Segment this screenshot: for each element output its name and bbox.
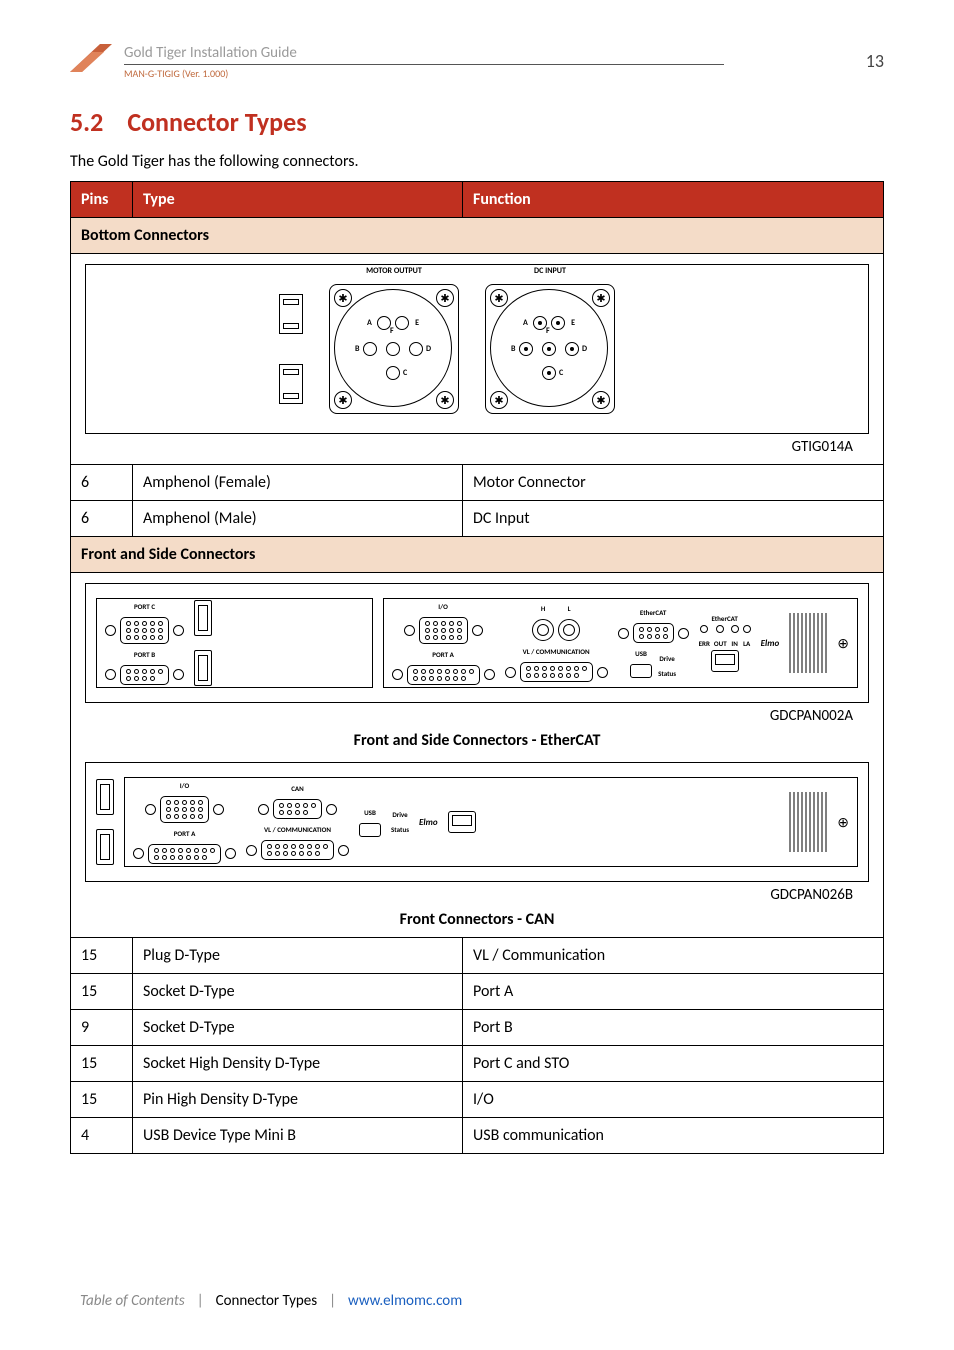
circular-conn-icon (532, 619, 554, 641)
jack-icon (194, 600, 212, 636)
table-row: 4USB Device Type Mini BUSB communication (71, 1118, 884, 1154)
elmo-logo-icon: Elmo (419, 817, 438, 828)
table-row: 6 Amphenol (Female) Motor Connector (71, 465, 884, 501)
dc-input-label: DC INPUT (485, 266, 615, 276)
section-heading: 5.2 Connector Types (70, 106, 884, 138)
th-function: Function (463, 182, 884, 218)
dc-input-connector-icon: ✱✱✱✱ A E B F D C (485, 284, 615, 414)
table-row: 15Plug D-TypeVL / Communication (71, 938, 884, 974)
bottom-connectors-diagram: MOTOR OUTPUT ✱✱✱✱ A E B F (85, 264, 869, 434)
elmo-logo-icon: Elmo (761, 638, 780, 649)
intro-paragraph: The Gold Tiger has the following connect… (70, 152, 884, 171)
jack-icon (96, 779, 114, 815)
motor-output-label: MOTOR OUTPUT (329, 266, 459, 276)
footer-breadcrumb: Connector Types (216, 1292, 318, 1310)
footer-toc[interactable]: Table of Contents (80, 1292, 185, 1310)
page-footer: Table of Contents | Connector Types | ww… (80, 1292, 884, 1310)
section-title: Connector Types (127, 106, 306, 138)
dsub-icon (145, 796, 224, 823)
dsub-icon (618, 623, 689, 643)
dsub-icon (105, 617, 184, 644)
diagram-id: GDCPAN026B (85, 882, 869, 906)
dsub-icon (246, 840, 349, 860)
page-number: 13 (866, 50, 884, 72)
side-jack-icon (279, 294, 303, 334)
group-header-bottom: Bottom Connectors (71, 218, 884, 254)
jack-icon (96, 829, 114, 865)
dsub-icon (258, 799, 337, 819)
doc-title: Gold Tiger Installation Guide (124, 44, 724, 65)
table-row: 15Pin High Density D-TypeI/O (71, 1082, 884, 1118)
brand-logo-icon (70, 44, 112, 72)
usb-icon (630, 664, 652, 678)
rj45-icon (711, 650, 739, 672)
circular-conn-icon (558, 619, 580, 641)
doc-version: MAN-G-TIGIG (Ver. 1.000) (124, 67, 724, 80)
dsub-icon (505, 662, 608, 682)
th-type: Type (133, 182, 463, 218)
usb-icon (359, 823, 381, 837)
table-row: 15Socket High Density D-TypePort C and S… (71, 1046, 884, 1082)
front-diagram-cell: PORT C PORT B I/O PORT A (71, 573, 884, 938)
ethercat-panel-diagram: PORT C PORT B I/O PORT A (85, 583, 869, 703)
connectors-table: Pins Type Function Bottom Connectors MOT… (70, 181, 884, 1154)
bottom-diagram-cell: MOTOR OUTPUT ✱✱✱✱ A E B F (71, 254, 884, 465)
dsub-icon (105, 665, 184, 685)
doc-header: Gold Tiger Installation Guide MAN-G-TIGI… (70, 44, 884, 80)
diagram-id: GTIG014A (85, 434, 869, 458)
rj45-icon (448, 811, 476, 833)
group-header-front: Front and Side Connectors (71, 537, 884, 573)
jack-icon (194, 650, 212, 686)
motor-output-connector-icon: ✱✱✱✱ A E B F D C (329, 284, 459, 414)
diagram-caption: Front Connectors - CAN (85, 906, 869, 931)
diagram-id: GDCPAN002A (85, 703, 869, 727)
side-jack-icon (279, 364, 303, 404)
table-row: 15Socket D-TypePort A (71, 974, 884, 1010)
dsub-icon (392, 665, 495, 685)
diagram-caption: Front and Side Connectors - EtherCAT (85, 727, 869, 752)
table-row: 9Socket D-TypePort B (71, 1010, 884, 1046)
section-number: 5.2 (70, 106, 103, 138)
dsub-icon (404, 617, 483, 644)
footer-url-link[interactable]: www.elmomc.com (348, 1292, 462, 1310)
dsub-icon (133, 844, 236, 864)
table-row: 6 Amphenol (Male) DC Input (71, 501, 884, 537)
th-pins: Pins (71, 182, 133, 218)
can-panel-diagram: I/O PORT A CAN VL / COMMUNICATION (85, 762, 869, 882)
